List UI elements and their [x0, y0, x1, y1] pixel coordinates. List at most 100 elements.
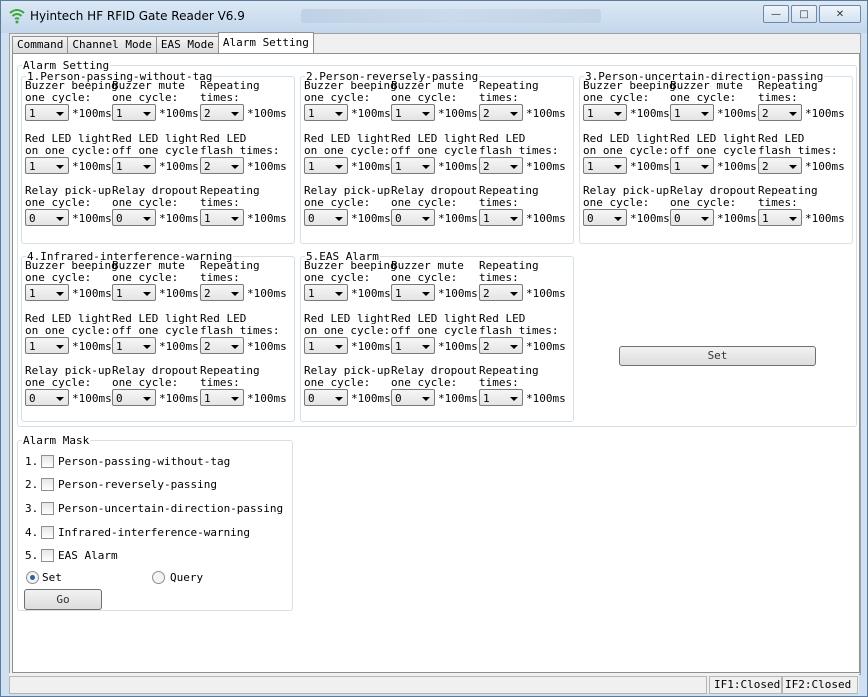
value-dropdown[interactable]: 0	[25, 209, 69, 226]
field-label: Relay pick-up one cycle:	[583, 184, 670, 209]
value-dropdown[interactable]: 1	[25, 104, 69, 121]
tab-command[interactable]: Command	[12, 36, 69, 53]
value-dropdown[interactable]: 1	[583, 104, 627, 121]
maximize-button[interactable]: □	[791, 5, 817, 23]
value-dropdown[interactable]: 0	[391, 389, 435, 406]
value-dropdown[interactable]: 1	[200, 209, 244, 226]
value-dropdown[interactable]: 1	[670, 104, 714, 121]
value-dropdown[interactable]: 1	[112, 284, 156, 301]
chevron-down-icon	[143, 217, 151, 221]
go-button[interactable]: Go	[24, 589, 102, 610]
field-label: Relay pick-up one cycle:	[25, 364, 112, 389]
mask-checkbox[interactable]	[41, 502, 54, 515]
unit-label: *100ms	[438, 107, 478, 120]
dropdown-value: 1	[116, 107, 123, 120]
value-dropdown[interactable]: 0	[583, 209, 627, 226]
value-dropdown[interactable]: 1	[112, 104, 156, 121]
value-dropdown[interactable]: 2	[758, 157, 802, 174]
value-dropdown[interactable]: 1	[25, 337, 69, 354]
client-area: Command Channel Mode EAS Mode Alarm Sett…	[9, 32, 861, 675]
mask-item-number: 5.	[25, 549, 39, 562]
value-dropdown[interactable]: 1	[670, 157, 714, 174]
value-dropdown[interactable]: 0	[304, 389, 348, 406]
value-dropdown[interactable]: 0	[670, 209, 714, 226]
field-label: Repeating times:	[758, 79, 818, 104]
value-dropdown[interactable]: 1	[112, 157, 156, 174]
value-dropdown[interactable]: 2	[200, 104, 244, 121]
value-dropdown[interactable]: 1	[304, 284, 348, 301]
title-bar[interactable]: Hyintech HF RFID Gate Reader V6.9 — □ ✕	[1, 1, 867, 33]
value-dropdown[interactable]: 1	[304, 104, 348, 121]
dropdown-value: 2	[762, 107, 769, 120]
unit-label: *100ms	[438, 392, 478, 405]
dropdown-value: 1	[395, 340, 402, 353]
chevron-down-icon	[231, 292, 239, 296]
set-button[interactable]: Set	[619, 346, 816, 366]
value-dropdown[interactable]: 1	[391, 104, 435, 121]
field-label: Red LED flash times:	[200, 312, 280, 337]
unit-label: *100ms	[72, 107, 112, 120]
field-label: Repeating times:	[479, 364, 539, 389]
dropdown-value: 2	[204, 107, 211, 120]
value-dropdown[interactable]: 0	[391, 209, 435, 226]
chevron-down-icon	[231, 345, 239, 349]
dropdown-value: 1	[116, 340, 123, 353]
value-dropdown[interactable]: 0	[25, 389, 69, 406]
mask-checkbox[interactable]	[41, 549, 54, 562]
value-dropdown[interactable]: 2	[200, 157, 244, 174]
field-label: Red LED light off one cycle	[112, 312, 199, 337]
mask-checkbox[interactable]	[41, 526, 54, 539]
field-label: Repeating times:	[479, 184, 539, 209]
value-dropdown[interactable]: 2	[479, 284, 523, 301]
unit-label: *100ms	[717, 160, 757, 173]
value-dropdown[interactable]: 1	[200, 389, 244, 406]
chevron-down-icon	[789, 112, 797, 116]
mask-checkbox[interactable]	[41, 478, 54, 491]
tab-eas-mode[interactable]: EAS Mode	[155, 36, 219, 53]
field-label: Red LED flash times:	[758, 132, 838, 157]
field-label: Repeating times:	[479, 79, 539, 104]
field-label: Relay pick-up one cycle:	[304, 364, 391, 389]
value-dropdown[interactable]: 2	[200, 284, 244, 301]
value-dropdown[interactable]: 1	[479, 209, 523, 226]
value-dropdown[interactable]: 1	[25, 284, 69, 301]
value-dropdown[interactable]: 1	[304, 337, 348, 354]
tab-alarm-setting[interactable]: Alarm Setting	[217, 32, 314, 53]
dropdown-value: 0	[308, 212, 315, 225]
value-dropdown[interactable]: 1	[391, 284, 435, 301]
unit-label: *100ms	[526, 107, 566, 120]
value-dropdown[interactable]: 1	[112, 337, 156, 354]
value-dropdown[interactable]: 0	[304, 209, 348, 226]
value-dropdown[interactable]: 1	[304, 157, 348, 174]
minimize-button[interactable]: —	[763, 5, 789, 23]
dropdown-value: 2	[483, 107, 490, 120]
set-radio[interactable]	[26, 571, 39, 584]
mask-item-label: Person-passing-without-tag	[58, 455, 231, 468]
value-dropdown[interactable]: 2	[479, 337, 523, 354]
value-dropdown[interactable]: 1	[25, 157, 69, 174]
value-dropdown[interactable]: 1	[391, 337, 435, 354]
value-dropdown[interactable]: 2	[200, 337, 244, 354]
field-label: Red LED light off one cycle	[112, 132, 199, 157]
value-dropdown[interactable]: 1	[758, 209, 802, 226]
value-dropdown[interactable]: 0	[112, 209, 156, 226]
value-dropdown[interactable]: 2	[479, 157, 523, 174]
unit-label: *100ms	[805, 160, 845, 173]
tab-channel-mode[interactable]: Channel Mode	[67, 36, 157, 53]
query-radio[interactable]	[152, 571, 165, 584]
unit-label: *100ms	[717, 107, 757, 120]
close-button[interactable]: ✕	[819, 5, 861, 23]
unit-label: *100ms	[805, 107, 845, 120]
dropdown-value: 1	[308, 160, 315, 173]
value-dropdown[interactable]: 2	[758, 104, 802, 121]
value-dropdown[interactable]: 1	[479, 389, 523, 406]
value-dropdown[interactable]: 1	[391, 157, 435, 174]
value-dropdown[interactable]: 0	[112, 389, 156, 406]
dropdown-value: 2	[204, 287, 211, 300]
value-dropdown[interactable]: 1	[583, 157, 627, 174]
field-label: Red LED light off one cycle	[670, 132, 757, 157]
value-dropdown[interactable]: 2	[479, 104, 523, 121]
wifi-app-icon	[9, 9, 25, 24]
unit-label: *100ms	[247, 212, 287, 225]
mask-checkbox[interactable]	[41, 455, 54, 468]
